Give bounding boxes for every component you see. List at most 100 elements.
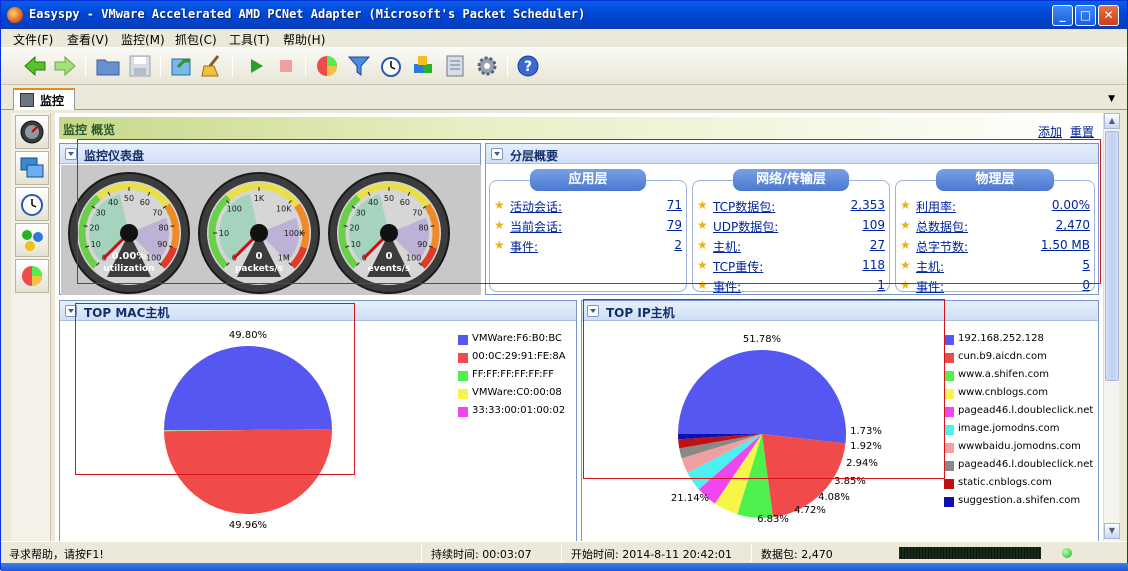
menu-bar: 文件(F) 查看(V) 监控(M) 抓包(C) 工具(T) 帮助(H)	[1, 29, 1127, 47]
gauge-value: 0.00%	[112, 251, 147, 262]
tab-monitor[interactable]: 监控	[13, 88, 75, 110]
layer-summary-panel: 分层概要 应用层 ★活动会话:71 ★当前会话:79 ★事件:2 网络/传输层 …	[485, 143, 1099, 295]
application-layer-box: 应用层 ★活动会话:71 ★当前会话:79 ★事件:2	[489, 180, 687, 292]
row-label[interactable]: 主机:	[916, 258, 944, 275]
row-value[interactable]: 27	[870, 238, 885, 252]
close-button[interactable]: ✕	[1098, 5, 1119, 26]
gear-icon[interactable]	[475, 54, 499, 78]
legend-label: static.cnblogs.com	[958, 477, 1052, 488]
vertical-scrollbar[interactable]: ▲ ▼	[1103, 113, 1119, 541]
main-content: 监控 概览 添加 重置 监控仪表盘 0102030405060708090100…	[55, 113, 1103, 541]
row-label[interactable]: 总字节数:	[916, 238, 968, 255]
scroll-up-icon[interactable]: ▲	[1104, 113, 1120, 129]
row-label[interactable]: TCP重传:	[713, 258, 763, 275]
back-arrow-icon[interactable]	[23, 54, 47, 78]
tab-dropdown-icon[interactable]: ▼	[1108, 94, 1115, 104]
cubes-icon[interactable]	[411, 54, 435, 78]
scroll-down-icon[interactable]: ▼	[1104, 523, 1120, 539]
help-icon[interactable]: ?	[516, 54, 540, 78]
clock-icon[interactable]	[379, 54, 403, 78]
alarm-clock-icon	[19, 191, 45, 217]
molecule-view-button[interactable]	[15, 223, 49, 257]
row-value[interactable]: 2,353	[851, 198, 885, 212]
clock-view-button[interactable]	[15, 187, 49, 221]
row-label[interactable]: 总数据包:	[916, 218, 968, 235]
phy-row-events: ★事件:0	[900, 277, 1090, 295]
pie-label: 1.73%	[850, 426, 882, 437]
row-label[interactable]: 事件:	[713, 278, 741, 295]
collapse-chevron-icon[interactable]	[65, 148, 77, 160]
row-value[interactable]: 0	[1082, 278, 1090, 292]
top-mac-header[interactable]: TOP MAC主机	[60, 301, 576, 321]
collapse-chevron-icon[interactable]	[65, 305, 77, 317]
reset-link[interactable]: 重置	[1070, 123, 1094, 140]
legend-label: 00:0C:29:91:FE:8A	[472, 351, 566, 362]
row-label[interactable]: 事件:	[916, 278, 944, 295]
row-value[interactable]: 0.00%	[1052, 198, 1090, 212]
top-ip-header[interactable]: TOP IP主机	[582, 301, 1098, 321]
star-icon: ★	[900, 238, 911, 252]
star-icon: ★	[494, 198, 505, 212]
scroll-thumb[interactable]	[1105, 131, 1119, 381]
document-icon[interactable]	[443, 54, 467, 78]
row-label[interactable]: TCP数据包:	[713, 198, 775, 215]
overview-header: 监控 概览	[59, 117, 1095, 139]
pie-label: 21.14%	[671, 493, 709, 504]
row-label[interactable]: 事件:	[510, 238, 538, 255]
row-value[interactable]: 79	[667, 218, 682, 232]
clear-broom-icon[interactable]	[200, 54, 224, 78]
menu-file[interactable]: 文件(F)	[13, 31, 53, 48]
stop-icon[interactable]	[274, 54, 298, 78]
top-ip-legend: 192.168.252.128cun.b9.aicdn.comwww.a.shi…	[944, 333, 1098, 513]
menu-monitor[interactable]: 监控(M)	[121, 31, 165, 48]
windows-view-button[interactable]	[15, 151, 49, 185]
top-ip-panel: TOP IP主机 51.78%21.14%6.83%4.72%4.08%3.85…	[581, 300, 1099, 541]
gauge-tick-label: 1K	[254, 194, 265, 203]
row-label[interactable]: 活动会话:	[510, 198, 562, 215]
row-value[interactable]: 2	[674, 238, 682, 252]
maximize-button[interactable]: □	[1075, 5, 1096, 26]
row-value[interactable]: 1	[877, 278, 885, 292]
forward-arrow-icon[interactable]	[53, 54, 77, 78]
menu-help[interactable]: 帮助(H)	[283, 31, 325, 48]
row-label[interactable]: 当前会话:	[510, 218, 562, 235]
row-label[interactable]: 利用率:	[916, 198, 956, 215]
row-label[interactable]: UDP数据包:	[713, 218, 778, 235]
menu-capture[interactable]: 抓包(C)	[175, 31, 217, 48]
physical-layer-box: 物理层 ★利用率:0.00% ★总数据包:2,470 ★总字节数:1.50 MB…	[895, 180, 1095, 292]
row-value[interactable]: 118	[862, 258, 885, 272]
export-icon[interactable]	[170, 54, 194, 78]
save-disk-icon[interactable]	[128, 54, 152, 78]
open-folder-icon[interactable]	[96, 54, 120, 78]
gauge-tick-label: 60	[400, 198, 410, 207]
layer-summary-header[interactable]: 分层概要	[486, 144, 1098, 164]
gauge-tick-label: 10	[351, 240, 361, 249]
pie-label: 49.96%	[229, 520, 267, 531]
add-link[interactable]: 添加	[1038, 123, 1062, 140]
pie-view-button[interactable]	[15, 259, 49, 293]
gauge-tick-label: 100	[406, 254, 421, 263]
pie-chart-icon[interactable]	[315, 54, 339, 78]
row-value[interactable]: 109	[862, 218, 885, 232]
minimize-button[interactable]: _	[1052, 5, 1073, 26]
dashboard-view-button[interactable]	[15, 115, 49, 149]
row-value[interactable]: 71	[667, 198, 682, 212]
collapse-chevron-icon[interactable]	[587, 305, 599, 317]
row-value[interactable]: 5	[1082, 258, 1090, 272]
row-value[interactable]: 1.50 MB	[1041, 238, 1090, 252]
gauge-tick-label: 30	[96, 208, 106, 217]
star-icon: ★	[494, 218, 505, 232]
net-row-events: ★事件:1	[697, 277, 885, 295]
row-label[interactable]: 主机:	[713, 238, 741, 255]
collapse-chevron-icon[interactable]	[491, 148, 503, 160]
dashboard-header[interactable]: 监控仪表盘	[60, 144, 480, 164]
row-value[interactable]: 2,470	[1056, 218, 1090, 232]
play-icon[interactable]	[244, 54, 268, 78]
window-title: Easyspy - VMware Accelerated AMD PCNet A…	[29, 7, 585, 21]
pie-label: 6.83%	[757, 514, 789, 525]
menu-tools[interactable]: 工具(T)	[229, 31, 270, 48]
star-icon: ★	[697, 198, 708, 212]
filter-funnel-icon[interactable]	[347, 54, 371, 78]
menu-view[interactable]: 查看(V)	[67, 31, 109, 48]
title-bar[interactable]: Easyspy - VMware Accelerated AMD PCNet A…	[1, 1, 1127, 29]
